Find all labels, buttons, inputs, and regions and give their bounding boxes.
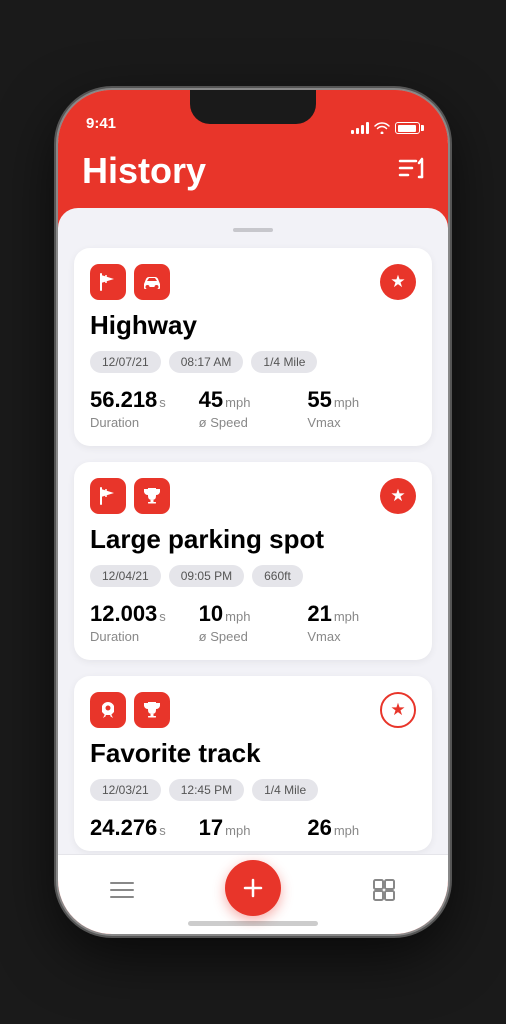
sort-button[interactable]	[398, 157, 424, 185]
phone-frame: 9:41 History	[58, 90, 448, 934]
flag-icon-badge-2	[90, 478, 126, 514]
trophy-icon-badge	[134, 478, 170, 514]
stat-value-vmax-3: 26mph	[307, 815, 416, 841]
stat-label-avg-speed: ø Speed	[199, 415, 308, 430]
car-icon-badge	[134, 264, 170, 300]
trophy-icon-badge-2	[134, 692, 170, 728]
card-icons-track	[90, 692, 170, 728]
stat-vmax: 55mph Vmax	[307, 387, 416, 430]
favorite-button-highway[interactable]: ★	[380, 264, 416, 300]
favorite-button-track[interactable]: ★	[380, 692, 416, 728]
stat-label-duration: Duration	[90, 415, 199, 430]
home-indicator	[188, 921, 318, 926]
card-stats-parking: 12.003s Duration 10mph ø Speed 21mph	[90, 601, 416, 644]
battery-icon	[395, 122, 420, 134]
card-header-highway: ★	[90, 264, 416, 300]
signal-icon	[351, 122, 369, 134]
tag-date-3: 12/03/21	[90, 779, 161, 801]
card-stats-highway: 56.218s Duration 45mph ø Speed 55mph	[90, 387, 416, 430]
stat-value-vmax-2: 21mph	[307, 601, 416, 627]
card-stats-track: 24.276s 17mph 26mph	[90, 815, 416, 841]
wifi-icon	[374, 122, 390, 134]
stat-vmax-2: 21mph Vmax	[307, 601, 416, 644]
card-favorite-track[interactable]: ★ Favorite track 12/03/21 12:45 PM 1/4 M…	[74, 676, 432, 851]
tab-list[interactable]	[97, 879, 147, 901]
tag-time-3: 12:45 PM	[169, 779, 244, 801]
stat-value-avg-speed-3: 17mph	[199, 815, 308, 841]
stat-duration: 56.218s Duration	[90, 387, 199, 430]
notch	[190, 90, 316, 124]
stat-label-avg-speed-2: ø Speed	[199, 629, 308, 644]
drag-handle	[233, 228, 273, 232]
stat-value-avg-speed: 45mph	[199, 387, 308, 413]
tag-time: 08:17 AM	[169, 351, 244, 373]
tag-time-2: 09:05 PM	[169, 565, 244, 587]
favorite-button-parking[interactable]: ★	[380, 478, 416, 514]
add-button[interactable]	[225, 860, 281, 916]
card-header-parking: ★	[90, 478, 416, 514]
card-tags-parking: 12/04/21 09:05 PM 660ft	[90, 565, 416, 587]
tab-grid[interactable]	[359, 878, 409, 902]
page-title: History	[82, 150, 206, 192]
scroll-content[interactable]: ★ Highway 12/07/21 08:17 AM 1/4 Mile 56.…	[58, 208, 448, 934]
flag-icon-badge	[90, 264, 126, 300]
card-tags-highway: 12/07/21 08:17 AM 1/4 Mile	[90, 351, 416, 373]
stat-value-duration: 56.218s	[90, 387, 199, 413]
card-highway[interactable]: ★ Highway 12/07/21 08:17 AM 1/4 Mile 56.…	[74, 248, 432, 446]
card-parking[interactable]: ★ Large parking spot 12/04/21 09:05 PM 6…	[74, 462, 432, 660]
rocket-icon-badge	[90, 692, 126, 728]
stat-duration-3: 24.276s	[90, 815, 199, 841]
card-tags-track: 12/03/21 12:45 PM 1/4 Mile	[90, 779, 416, 801]
tag-distance: 1/4 Mile	[251, 351, 317, 373]
status-time: 9:41	[86, 115, 116, 134]
stat-value-vmax: 55mph	[307, 387, 416, 413]
stat-label-vmax-2: Vmax	[307, 629, 416, 644]
status-icons	[351, 122, 420, 134]
stat-value-duration-2: 12.003s	[90, 601, 199, 627]
card-icons-parking	[90, 478, 170, 514]
stat-vmax-3: 26mph	[307, 815, 416, 841]
app-content: 9:41 History	[58, 90, 448, 934]
stat-label-duration-2: Duration	[90, 629, 199, 644]
stat-avg-speed-2: 10mph ø Speed	[199, 601, 308, 644]
card-icons-highway	[90, 264, 170, 300]
stat-avg-speed-3: 17mph	[199, 815, 308, 841]
tag-distance-2: 660ft	[252, 565, 303, 587]
tag-distance-3: 1/4 Mile	[252, 779, 318, 801]
stat-value-duration-3: 24.276s	[90, 815, 199, 841]
tag-date: 12/07/21	[90, 351, 161, 373]
stat-label-vmax: Vmax	[307, 415, 416, 430]
stat-value-avg-speed-2: 10mph	[199, 601, 308, 627]
stat-duration-2: 12.003s Duration	[90, 601, 199, 644]
tag-date-2: 12/04/21	[90, 565, 161, 587]
card-header-track: ★	[90, 692, 416, 728]
card-title-highway: Highway	[90, 310, 416, 341]
card-title-parking: Large parking spot	[90, 524, 416, 555]
stat-avg-speed: 45mph ø Speed	[199, 387, 308, 430]
card-title-track: Favorite track	[90, 738, 416, 769]
